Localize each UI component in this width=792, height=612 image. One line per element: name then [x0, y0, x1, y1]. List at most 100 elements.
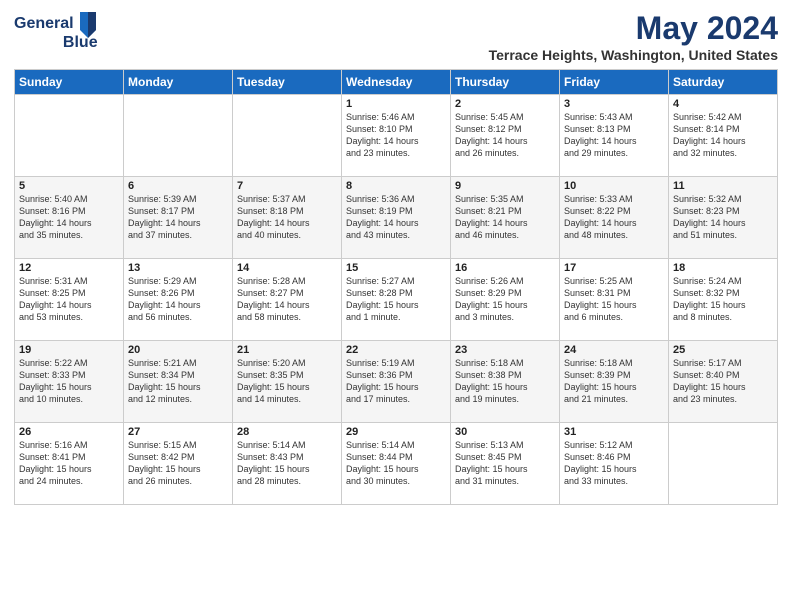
day-number: 28 — [237, 426, 337, 438]
day-number: 18 — [673, 262, 773, 274]
day-info: Sunrise: 5:28 AM Sunset: 8:27 PM Dayligh… — [237, 275, 337, 324]
title-block: May 2024 Terrace Heights, Washington, Un… — [489, 10, 778, 63]
day-header-sunday: Sunday — [15, 70, 124, 95]
calendar-cell: 7Sunrise: 5:37 AM Sunset: 8:18 PM Daylig… — [233, 177, 342, 259]
calendar-cell: 10Sunrise: 5:33 AM Sunset: 8:22 PM Dayli… — [560, 177, 669, 259]
week-row-2: 5Sunrise: 5:40 AM Sunset: 8:16 PM Daylig… — [15, 177, 778, 259]
day-number: 12 — [19, 262, 119, 274]
calendar-cell: 6Sunrise: 5:39 AM Sunset: 8:17 PM Daylig… — [124, 177, 233, 259]
day-number: 23 — [455, 344, 555, 356]
day-number: 30 — [455, 426, 555, 438]
calendar-cell: 31Sunrise: 5:12 AM Sunset: 8:46 PM Dayli… — [560, 423, 669, 505]
day-number: 16 — [455, 262, 555, 274]
day-number: 31 — [564, 426, 664, 438]
calendar-cell: 17Sunrise: 5:25 AM Sunset: 8:31 PM Dayli… — [560, 259, 669, 341]
day-info: Sunrise: 5:37 AM Sunset: 8:18 PM Dayligh… — [237, 193, 337, 242]
day-number: 24 — [564, 344, 664, 356]
calendar-cell: 24Sunrise: 5:18 AM Sunset: 8:39 PM Dayli… — [560, 341, 669, 423]
day-header-thursday: Thursday — [451, 70, 560, 95]
day-info: Sunrise: 5:21 AM Sunset: 8:34 PM Dayligh… — [128, 357, 228, 406]
day-header-saturday: Saturday — [669, 70, 778, 95]
calendar-cell: 22Sunrise: 5:19 AM Sunset: 8:36 PM Dayli… — [342, 341, 451, 423]
calendar-cell: 28Sunrise: 5:14 AM Sunset: 8:43 PM Dayli… — [233, 423, 342, 505]
day-info: Sunrise: 5:20 AM Sunset: 8:35 PM Dayligh… — [237, 357, 337, 406]
day-number: 21 — [237, 344, 337, 356]
day-number: 26 — [19, 426, 119, 438]
day-number: 7 — [237, 180, 337, 192]
day-number: 1 — [346, 98, 446, 110]
calendar-cell: 4Sunrise: 5:42 AM Sunset: 8:14 PM Daylig… — [669, 95, 778, 177]
calendar-cell: 12Sunrise: 5:31 AM Sunset: 8:25 PM Dayli… — [15, 259, 124, 341]
subtitle: Terrace Heights, Washington, United Stat… — [489, 47, 778, 63]
day-info: Sunrise: 5:31 AM Sunset: 8:25 PM Dayligh… — [19, 275, 119, 324]
page: General Blue May 2024 Terrace Heights, W… — [0, 0, 792, 612]
day-info: Sunrise: 5:15 AM Sunset: 8:42 PM Dayligh… — [128, 439, 228, 488]
day-number: 20 — [128, 344, 228, 356]
day-header-friday: Friday — [560, 70, 669, 95]
day-number: 25 — [673, 344, 773, 356]
calendar-cell: 23Sunrise: 5:18 AM Sunset: 8:38 PM Dayli… — [451, 341, 560, 423]
calendar-cell: 13Sunrise: 5:29 AM Sunset: 8:26 PM Dayli… — [124, 259, 233, 341]
day-number: 11 — [673, 180, 773, 192]
week-row-5: 26Sunrise: 5:16 AM Sunset: 8:41 PM Dayli… — [15, 423, 778, 505]
day-number: 8 — [346, 180, 446, 192]
day-info: Sunrise: 5:33 AM Sunset: 8:22 PM Dayligh… — [564, 193, 664, 242]
day-number: 3 — [564, 98, 664, 110]
calendar-cell: 5Sunrise: 5:40 AM Sunset: 8:16 PM Daylig… — [15, 177, 124, 259]
calendar-cell: 19Sunrise: 5:22 AM Sunset: 8:33 PM Dayli… — [15, 341, 124, 423]
day-info: Sunrise: 5:46 AM Sunset: 8:10 PM Dayligh… — [346, 111, 446, 160]
week-row-1: 1Sunrise: 5:46 AM Sunset: 8:10 PM Daylig… — [15, 95, 778, 177]
calendar-cell: 16Sunrise: 5:26 AM Sunset: 8:29 PM Dayli… — [451, 259, 560, 341]
day-info: Sunrise: 5:18 AM Sunset: 8:38 PM Dayligh… — [455, 357, 555, 406]
calendar-cell: 15Sunrise: 5:27 AM Sunset: 8:28 PM Dayli… — [342, 259, 451, 341]
day-number: 22 — [346, 344, 446, 356]
day-number: 15 — [346, 262, 446, 274]
logo-blue: Blue — [63, 34, 98, 52]
calendar-cell: 3Sunrise: 5:43 AM Sunset: 8:13 PM Daylig… — [560, 95, 669, 177]
day-info: Sunrise: 5:13 AM Sunset: 8:45 PM Dayligh… — [455, 439, 555, 488]
day-number: 27 — [128, 426, 228, 438]
day-header-monday: Monday — [124, 70, 233, 95]
calendar-header-row: SundayMondayTuesdayWednesdayThursdayFrid… — [15, 70, 778, 95]
day-info: Sunrise: 5:39 AM Sunset: 8:17 PM Dayligh… — [128, 193, 228, 242]
calendar-cell: 2Sunrise: 5:45 AM Sunset: 8:12 PM Daylig… — [451, 95, 560, 177]
day-header-wednesday: Wednesday — [342, 70, 451, 95]
day-info: Sunrise: 5:36 AM Sunset: 8:19 PM Dayligh… — [346, 193, 446, 242]
day-number: 4 — [673, 98, 773, 110]
calendar-cell: 27Sunrise: 5:15 AM Sunset: 8:42 PM Dayli… — [124, 423, 233, 505]
calendar-cell: 18Sunrise: 5:24 AM Sunset: 8:32 PM Dayli… — [669, 259, 778, 341]
day-info: Sunrise: 5:43 AM Sunset: 8:13 PM Dayligh… — [564, 111, 664, 160]
calendar-cell: 30Sunrise: 5:13 AM Sunset: 8:45 PM Dayli… — [451, 423, 560, 505]
logo-general: General — [14, 15, 74, 33]
day-info: Sunrise: 5:26 AM Sunset: 8:29 PM Dayligh… — [455, 275, 555, 324]
day-number: 29 — [346, 426, 446, 438]
calendar-cell: 1Sunrise: 5:46 AM Sunset: 8:10 PM Daylig… — [342, 95, 451, 177]
main-title: May 2024 — [489, 10, 778, 47]
day-info: Sunrise: 5:45 AM Sunset: 8:12 PM Dayligh… — [455, 111, 555, 160]
week-row-4: 19Sunrise: 5:22 AM Sunset: 8:33 PM Dayli… — [15, 341, 778, 423]
calendar-cell: 11Sunrise: 5:32 AM Sunset: 8:23 PM Dayli… — [669, 177, 778, 259]
header: General Blue May 2024 Terrace Heights, W… — [14, 10, 778, 63]
day-info: Sunrise: 5:27 AM Sunset: 8:28 PM Dayligh… — [346, 275, 446, 324]
day-number: 5 — [19, 180, 119, 192]
day-number: 10 — [564, 180, 664, 192]
day-info: Sunrise: 5:25 AM Sunset: 8:31 PM Dayligh… — [564, 275, 664, 324]
calendar-cell — [15, 95, 124, 177]
calendar-cell: 9Sunrise: 5:35 AM Sunset: 8:21 PM Daylig… — [451, 177, 560, 259]
calendar-cell — [233, 95, 342, 177]
day-number: 14 — [237, 262, 337, 274]
day-number: 9 — [455, 180, 555, 192]
day-info: Sunrise: 5:40 AM Sunset: 8:16 PM Dayligh… — [19, 193, 119, 242]
calendar-cell — [124, 95, 233, 177]
day-info: Sunrise: 5:22 AM Sunset: 8:33 PM Dayligh… — [19, 357, 119, 406]
day-info: Sunrise: 5:16 AM Sunset: 8:41 PM Dayligh… — [19, 439, 119, 488]
calendar-cell: 21Sunrise: 5:20 AM Sunset: 8:35 PM Dayli… — [233, 341, 342, 423]
calendar-cell: 8Sunrise: 5:36 AM Sunset: 8:19 PM Daylig… — [342, 177, 451, 259]
day-number: 2 — [455, 98, 555, 110]
day-info: Sunrise: 5:18 AM Sunset: 8:39 PM Dayligh… — [564, 357, 664, 406]
calendar-cell: 25Sunrise: 5:17 AM Sunset: 8:40 PM Dayli… — [669, 341, 778, 423]
day-info: Sunrise: 5:29 AM Sunset: 8:26 PM Dayligh… — [128, 275, 228, 324]
day-info: Sunrise: 5:14 AM Sunset: 8:44 PM Dayligh… — [346, 439, 446, 488]
calendar-cell — [669, 423, 778, 505]
calendar-cell: 20Sunrise: 5:21 AM Sunset: 8:34 PM Dayli… — [124, 341, 233, 423]
